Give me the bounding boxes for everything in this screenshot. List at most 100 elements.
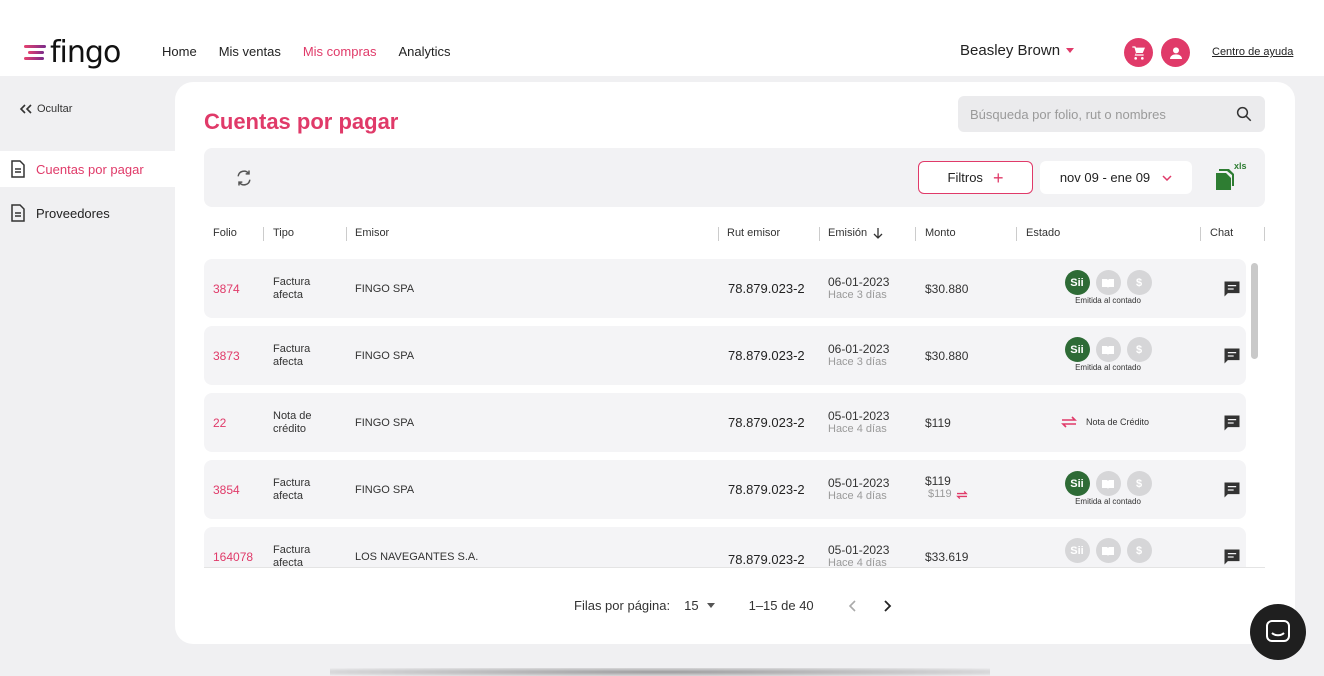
- emision-date: 06-01-2023: [828, 275, 890, 289]
- pagination: Filas por página: 15 1–15 de 40: [574, 598, 892, 613]
- logo-lines-icon: [24, 44, 48, 60]
- export-xls-button[interactable]: xls: [1214, 161, 1250, 195]
- column-folio[interactable]: Folio: [213, 227, 237, 239]
- document-icon: [11, 204, 25, 222]
- sidebar-item-proveedores[interactable]: Proveedores: [0, 195, 175, 231]
- plus-icon: +: [992, 167, 1004, 188]
- chevron-right-icon[interactable]: [882, 599, 892, 612]
- rut-cell: 78.879.023-2: [728, 415, 805, 430]
- estado-label: Emitida al contado: [1075, 296, 1141, 305]
- monto-cell: $30.880: [925, 349, 969, 363]
- monto-cell: $119 $119: [925, 475, 969, 501]
- tipo-line: afecta: [273, 490, 303, 502]
- table-row[interactable]: 164078 Factura afecta LOS NAVEGANTES S.A.…: [204, 527, 1246, 567]
- emision-ago: Hace 3 días: [828, 356, 887, 368]
- dollar-icon[interactable]: $: [1126, 270, 1152, 295]
- filters-button[interactable]: Filtros +: [918, 161, 1033, 194]
- caret-down-icon: [706, 603, 715, 608]
- tipo-cell: Factura afecta: [273, 276, 310, 302]
- column-emisor[interactable]: Emisor: [355, 227, 389, 239]
- support-chat-button[interactable]: [1250, 604, 1306, 660]
- tipo-line: Factura: [273, 343, 311, 355]
- emisor-cell: FINGO SPA: [355, 283, 415, 295]
- date-range-select[interactable]: nov 09 - ene 09: [1040, 161, 1192, 194]
- folio-link[interactable]: 22: [213, 416, 226, 430]
- tipo-line: Nota de: [273, 410, 312, 422]
- emision-date: 05-01-2023: [828, 476, 890, 490]
- sii-icon[interactable]: Sii: [1064, 538, 1090, 563]
- chevron-down-icon: [1066, 48, 1075, 53]
- top-bar: fingo Home Mis ventas Mis compras Analyt…: [0, 0, 1324, 76]
- sidebar-item-cuentas-por-pagar[interactable]: Cuentas por pagar: [0, 151, 175, 187]
- hide-sidebar-button[interactable]: Ocultar: [19, 103, 72, 115]
- book-icon[interactable]: [1095, 337, 1121, 362]
- nav-home[interactable]: Home: [162, 44, 197, 59]
- column-chat[interactable]: Chat: [1210, 227, 1233, 239]
- search-icon[interactable]: [1235, 105, 1253, 123]
- dollar-icon[interactable]: $: [1126, 337, 1152, 362]
- folio-link[interactable]: 3854: [213, 483, 240, 497]
- estado-icons: Sii $: [1048, 538, 1168, 563]
- cart-button[interactable]: [1124, 38, 1153, 67]
- estado-cell: Sii $: [1048, 538, 1168, 563]
- book-icon[interactable]: [1095, 471, 1121, 496]
- monto-value: $119: [925, 474, 951, 488]
- swap-arrows-icon: [955, 490, 968, 499]
- search-input[interactable]: [970, 106, 1210, 122]
- user-menu[interactable]: Beasley Brown: [960, 42, 1075, 59]
- table-scrollbar[interactable]: [1251, 263, 1258, 359]
- emision-ago: Hace 4 días: [828, 423, 887, 435]
- column-rut-emisor[interactable]: Rut emisor: [727, 227, 780, 239]
- folio-link[interactable]: 164078: [213, 550, 253, 564]
- book-icon[interactable]: [1095, 270, 1121, 295]
- chat-icon[interactable]: [1222, 279, 1242, 299]
- folio-link[interactable]: 3873: [213, 349, 240, 363]
- emision-ago: Hace 4 días: [828, 490, 887, 502]
- rows-per-page-select[interactable]: 15: [684, 598, 715, 613]
- table-row[interactable]: 3873 Factura afecta FINGO SPA 78.879.023-…: [204, 326, 1246, 385]
- table-row[interactable]: 3854 Factura afecta FINGO SPA 78.879.023-…: [204, 460, 1246, 519]
- filters-label: Filtros: [947, 170, 983, 185]
- monto-cell: $119: [925, 416, 951, 430]
- refresh-icon[interactable]: [234, 168, 254, 188]
- rows-per-page-label: Filas por página:: [574, 598, 671, 613]
- sii-icon[interactable]: Sii: [1064, 471, 1090, 496]
- nav-mis-compras[interactable]: Mis compras: [303, 44, 377, 59]
- column-tipo[interactable]: Tipo: [273, 227, 294, 239]
- column-emision[interactable]: Emisión: [828, 227, 883, 239]
- column-estado[interactable]: Estado: [1026, 227, 1060, 239]
- sii-icon[interactable]: Sii: [1064, 337, 1090, 362]
- chat-icon[interactable]: [1222, 480, 1242, 500]
- profile-button[interactable]: [1161, 38, 1190, 67]
- monto-cell: $30.880: [925, 282, 969, 296]
- table-row[interactable]: 22 Nota de crédito FINGO SPA 78.879.023-2…: [204, 393, 1246, 452]
- emision-cell: 05-01-2023 Hace 4 días: [828, 477, 889, 503]
- chevron-left-icon[interactable]: [848, 599, 858, 612]
- chat-icon[interactable]: [1222, 346, 1242, 366]
- book-icon[interactable]: [1095, 538, 1121, 563]
- help-center-link[interactable]: Centro de ayuda: [1212, 46, 1293, 58]
- dollar-icon[interactable]: $: [1126, 471, 1152, 496]
- estado-icons: Sii $: [1048, 337, 1168, 362]
- folio-link[interactable]: 3874: [213, 282, 240, 296]
- nav-mis-ventas[interactable]: Mis ventas: [219, 44, 281, 59]
- estado-icons: Sii $: [1048, 471, 1168, 496]
- chat-icon[interactable]: [1222, 413, 1242, 433]
- dollar-icon[interactable]: $: [1126, 538, 1152, 563]
- sidebar-item-label: Proveedores: [36, 205, 110, 221]
- column-monto[interactable]: Monto: [925, 227, 956, 239]
- date-range-value: nov 09 - ene 09: [1059, 170, 1151, 185]
- estado-icons: Sii $: [1048, 270, 1168, 295]
- rut-cell: 78.879.023-2: [728, 281, 805, 296]
- rut-cell: 78.879.023-2: [728, 552, 805, 567]
- table-row[interactable]: 3874 Factura afecta FINGO SPA 78.879.023-…: [204, 259, 1246, 318]
- nav-analytics[interactable]: Analytics: [399, 44, 451, 59]
- column-divider: [263, 227, 264, 241]
- emisor-cell: FINGO SPA: [355, 350, 415, 362]
- emision-ago: Hace 3 días: [828, 289, 887, 301]
- cart-icon: [1131, 45, 1145, 60]
- fingo-logo[interactable]: fingo: [24, 34, 121, 70]
- chat-icon[interactable]: [1222, 547, 1242, 567]
- rows-per-page-value: 15: [684, 598, 699, 613]
- sii-icon[interactable]: Sii: [1064, 270, 1090, 295]
